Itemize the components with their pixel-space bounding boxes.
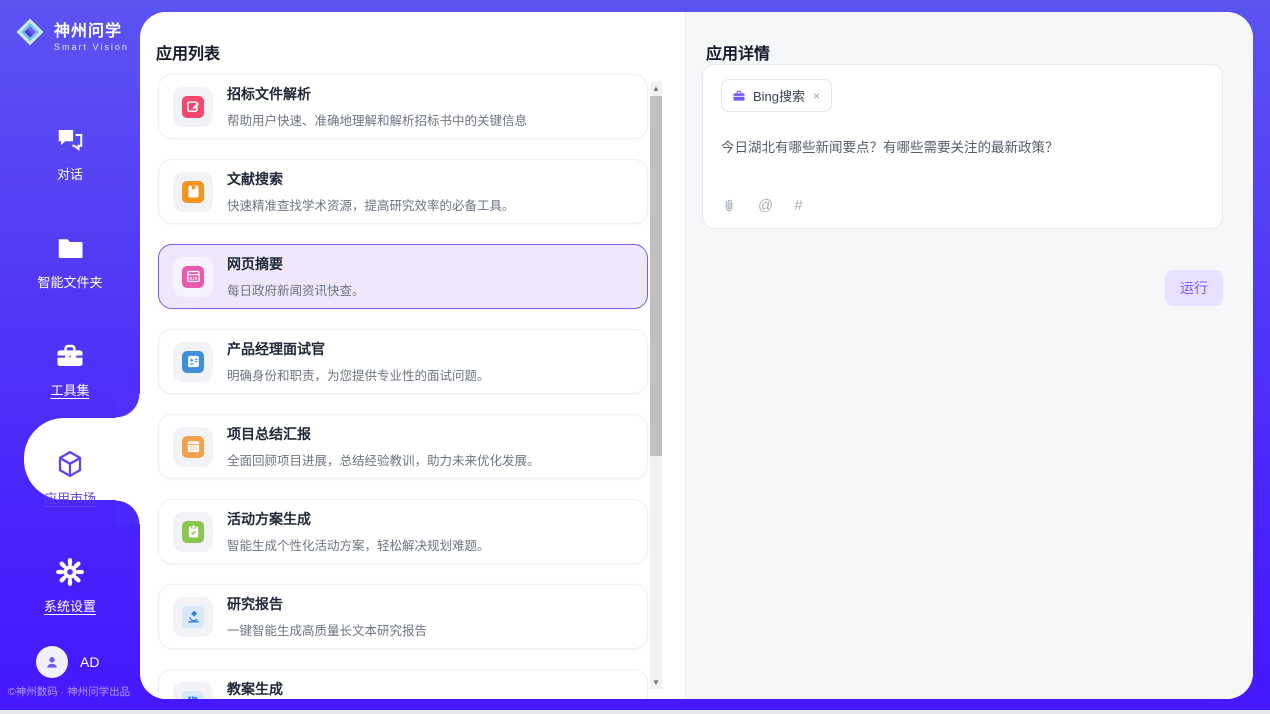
brand-subtitle: Smart Vision	[54, 42, 129, 52]
query-text[interactable]: 今日湖北有哪些新闻要点？有哪些需要关注的最新政策？	[721, 136, 1204, 156]
app-card-title: 招标文件解析	[227, 84, 527, 104]
scrollbar-down-arrow-icon[interactable]: ▼	[650, 676, 662, 689]
paperclip-icon[interactable]	[721, 198, 737, 214]
app-card-产品经理面试官[interactable]: 产品经理面试官明确身份和职责，为您提供专业性的面试问题。	[158, 329, 648, 394]
brand-logo-icon	[14, 16, 46, 53]
copyright-text: ©神州数码 · 神州问学出品	[8, 684, 140, 699]
sidebar-item-label: 应用市场	[44, 488, 96, 507]
app-card-活动方案生成[interactable]: 活动方案生成智能生成个性化活动方案，轻松解决规划难题。	[158, 499, 648, 564]
gear-icon	[55, 557, 85, 587]
hash-icon[interactable]: #	[794, 197, 802, 214]
app-card-title: 项目总结汇报	[227, 424, 540, 444]
calendar-icon	[182, 436, 204, 458]
app-detail-pane: 应用详情 Bing搜索 × 今日湖北有哪些新闻要点？有哪些需要关注的最新政策？	[685, 12, 1253, 699]
app-icon-container	[173, 427, 213, 467]
app-card-text: 产品经理面试官明确身份和职责，为您提供专业性的面试问题。	[227, 339, 490, 384]
chat-icon	[55, 125, 85, 155]
app-card-title: 网页摘要	[227, 254, 365, 274]
scrollbar-up-arrow-icon[interactable]: ▲	[650, 82, 662, 95]
app-card-研究报告[interactable]: 研究报告一键智能生成高质量长文本研究报告	[158, 584, 648, 649]
query-card[interactable]: Bing搜索 × 今日湖北有哪些新闻要点？有哪些需要关注的最新政策？ @ #	[702, 64, 1223, 229]
app-icon-container	[173, 342, 213, 382]
book-icon	[182, 181, 204, 203]
app-icon-container	[173, 512, 213, 552]
user-initials: AD	[80, 654, 99, 670]
folder-icon	[55, 233, 85, 263]
app-icon-container	[173, 682, 213, 700]
cube-icon	[55, 449, 85, 479]
sidebar-item-系统设置[interactable]: 系统设置	[0, 532, 140, 640]
app-card-description: 每日政府新闻资讯快查。	[227, 280, 365, 299]
sidebar-item-应用市场[interactable]: 应用市场	[0, 424, 140, 532]
app-cards: 招标文件解析帮助用户快速、准确地理解和解析招标书中的关键信息文献搜索快速精准查找…	[158, 74, 648, 699]
tool-tag[interactable]: Bing搜索 ×	[721, 79, 832, 112]
app-card-教案生成[interactable]: 教案生成模板驱动，教案秒成，教学准备从此轻松快捷	[158, 669, 648, 699]
app-card-text: 研究报告一键智能生成高质量长文本研究报告	[227, 594, 427, 639]
app-icon-container	[173, 87, 213, 127]
window-bottom-edge	[0, 710, 1270, 714]
app-card-description: 全面回顾项目进展，总结经验教训，助力未来优化发展。	[227, 450, 540, 469]
browser-icon	[182, 266, 204, 288]
user-avatar-icon[interactable]	[36, 646, 68, 678]
app-icon-container	[173, 257, 213, 297]
app-card-description: 一键智能生成高质量长文本研究报告	[227, 620, 427, 639]
toolbox-icon	[55, 341, 85, 371]
app-icon-container	[173, 597, 213, 637]
app-card-description: 帮助用户快速、准确地理解和解析招标书中的关键信息	[227, 110, 527, 129]
app-card-text: 网页摘要每日政府新闻资讯快查。	[227, 254, 365, 299]
microscope-icon	[182, 606, 204, 628]
books-icon	[182, 691, 204, 700]
app-list-pane: 应用列表 招标文件解析帮助用户快速、准确地理解和解析招标书中的关键信息文献搜索快…	[140, 12, 685, 699]
app-card-title: 产品经理面试官	[227, 339, 490, 359]
sidebar-item-对话[interactable]: 对话	[0, 100, 140, 208]
app-card-招标文件解析[interactable]: 招标文件解析帮助用户快速、准确地理解和解析招标书中的关键信息	[158, 74, 648, 139]
tool-tag-label: Bing搜索	[753, 86, 805, 105]
close-icon[interactable]: ×	[812, 89, 821, 103]
app-card-项目总结汇报[interactable]: 项目总结汇报全面回顾项目进展，总结经验教训，助力未来优化发展。	[158, 414, 648, 479]
clipboard-icon	[182, 521, 204, 543]
app-card-title: 活动方案生成	[227, 509, 490, 529]
at-icon[interactable]: @	[758, 197, 773, 214]
scrollbar-thumb[interactable]	[650, 96, 662, 456]
briefcase-icon	[732, 89, 746, 103]
app-card-text: 活动方案生成智能生成个性化活动方案，轻松解决规划难题。	[227, 509, 490, 554]
user-row[interactable]: AD	[36, 646, 99, 678]
sidebar-item-label: 智能文件夹	[37, 272, 102, 291]
brand: 神州问学 Smart Vision	[0, 0, 140, 53]
app-card-网页摘要[interactable]: 网页摘要每日政府新闻资讯快查。	[158, 244, 648, 309]
sidebar-item-智能文件夹[interactable]: 智能文件夹	[0, 208, 140, 316]
app-card-title: 研究报告	[227, 594, 427, 614]
sidebar: 神州问学 Smart Vision 对话智能文件夹工具集应用市场系统设置 AD …	[0, 0, 140, 714]
app-detail-title: 应用详情	[706, 40, 770, 64]
interview-icon	[182, 351, 204, 373]
app-card-text: 招标文件解析帮助用户快速、准确地理解和解析招标书中的关键信息	[227, 84, 527, 129]
app-card-description: 明确身份和职责，为您提供专业性的面试问题。	[227, 365, 490, 384]
sidebar-item-label: 工具集	[50, 380, 89, 399]
edit-icon	[182, 96, 204, 118]
app-card-text: 项目总结汇报全面回顾项目进展，总结经验教训，助力未来优化发展。	[227, 424, 540, 469]
app-card-文献搜索[interactable]: 文献搜索快速精准查找学术资源，提高研究效率的必备工具。	[158, 159, 648, 224]
content-panel: 应用列表 招标文件解析帮助用户快速、准确地理解和解析招标书中的关键信息文献搜索快…	[140, 12, 1253, 699]
run-button[interactable]: 运行	[1165, 270, 1223, 306]
run-row: 运行	[1165, 270, 1223, 306]
app-card-title: 文献搜索	[227, 169, 515, 189]
app-card-title: 教案生成	[227, 679, 477, 699]
sidebar-item-label: 对话	[57, 164, 83, 183]
app-card-description: 智能生成个性化活动方案，轻松解决规划难题。	[227, 535, 490, 554]
app-card-text: 文献搜索快速精准查找学术资源，提高研究效率的必备工具。	[227, 169, 515, 214]
sidebar-item-工具集[interactable]: 工具集	[0, 316, 140, 424]
sidebar-nav: 对话智能文件夹工具集应用市场系统设置	[0, 100, 140, 640]
app-card-text: 教案生成模板驱动，教案秒成，教学准备从此轻松快捷	[227, 679, 477, 699]
brand-name: 神州问学	[54, 17, 129, 41]
sidebar-item-label: 系统设置	[44, 596, 96, 615]
app-list-title: 应用列表	[156, 40, 220, 64]
list-scrollbar[interactable]: ▲ ▼	[650, 82, 662, 689]
app-card-description: 快速精准查找学术资源，提高研究效率的必备工具。	[227, 195, 515, 214]
app-icon-container	[173, 172, 213, 212]
query-toolbar: @ #	[721, 197, 803, 214]
